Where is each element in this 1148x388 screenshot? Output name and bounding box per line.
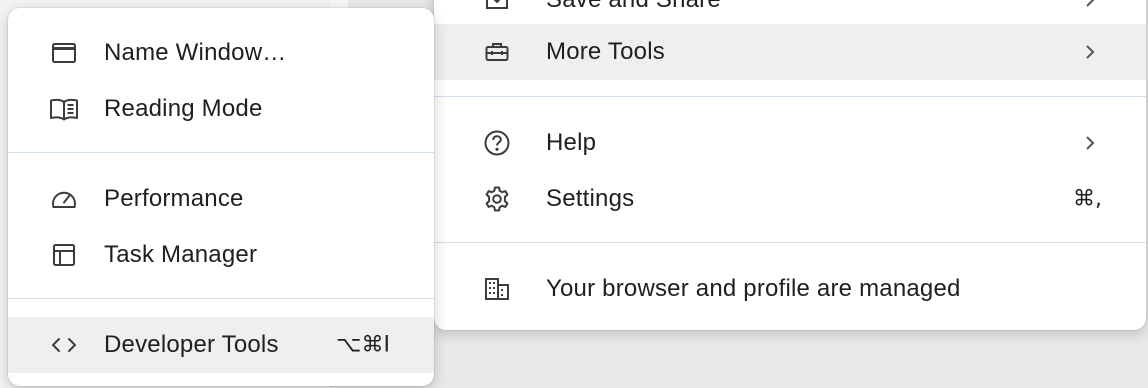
menu-item-label: Task Manager	[104, 241, 258, 268]
keyboard-shortcut: ⌥⌘I	[336, 332, 390, 358]
help-circle-icon	[482, 128, 512, 158]
menu-item-name-window[interactable]: Name Window…	[8, 25, 434, 81]
menu-item-performance[interactable]: Performance	[8, 171, 434, 227]
book-icon	[49, 94, 79, 124]
code-icon	[49, 330, 79, 360]
building-icon	[482, 274, 512, 304]
task-manager-icon	[49, 240, 79, 270]
menu-item-label: Help	[546, 129, 597, 156]
menu-item-label: Developer Tools	[104, 331, 279, 358]
menu-item-more-tools[interactable]: More Tools	[434, 24, 1146, 80]
menu-item-label: More Tools	[546, 38, 665, 65]
menu-item-settings[interactable]: Settings ⌘,	[434, 171, 1146, 227]
chevron-right-icon	[1086, 45, 1095, 59]
gauge-icon	[49, 184, 79, 214]
menu-item-developer-tools[interactable]: Developer Tools ⌥⌘I	[8, 317, 434, 373]
menu-item-managed-notice[interactable]: Your browser and profile are managed	[434, 261, 1146, 317]
menu-divider	[434, 96, 1146, 97]
browser-main-menu: Save and Share More Tools Help	[434, 0, 1146, 330]
window-icon	[49, 38, 79, 68]
menu-divider	[8, 152, 434, 153]
menu-divider	[434, 242, 1146, 243]
toolbox-icon	[482, 37, 512, 67]
menu-item-label: Reading Mode	[104, 95, 263, 122]
menu-item-help[interactable]: Help	[434, 115, 1146, 171]
chevron-right-icon	[1086, 136, 1095, 150]
keyboard-shortcut: ⌘,	[1073, 186, 1102, 212]
more-tools-submenu: Name Window… Reading Mode Performance Ta…	[8, 8, 434, 386]
menu-item-label: Save and Share	[546, 0, 721, 14]
menu-item-label: Performance	[104, 185, 244, 212]
gear-icon	[482, 184, 512, 214]
menu-item-label: Settings	[546, 185, 635, 212]
save-share-icon	[482, 0, 512, 15]
menu-item-label: Name Window…	[104, 39, 287, 66]
menu-item-reading-mode[interactable]: Reading Mode	[8, 81, 434, 137]
menu-item-task-manager[interactable]: Task Manager	[8, 227, 434, 283]
menu-divider	[8, 298, 434, 299]
chevron-right-icon	[1086, 0, 1095, 7]
menu-item-label: Your browser and profile are managed	[546, 275, 961, 302]
